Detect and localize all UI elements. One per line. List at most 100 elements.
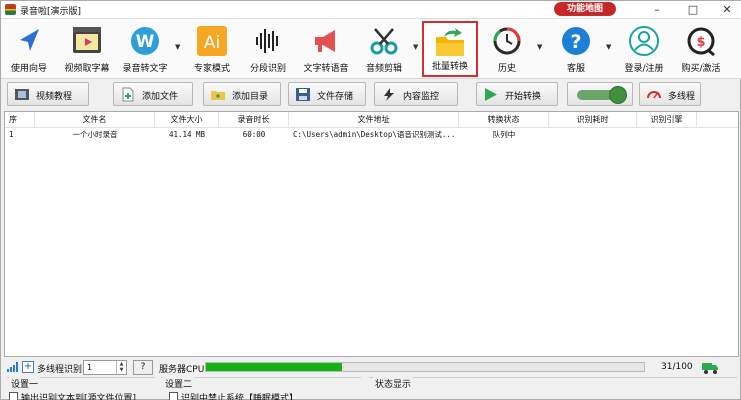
tool-history[interactable]: 历史 [483,21,531,77]
start-convert-button[interactable]: 开始转换 [476,82,558,106]
close-button[interactable]: ✕ [712,1,741,19]
tool-label: 客服 [566,64,585,74]
thread-help-button[interactable]: ? [133,360,153,375]
tool-wizard[interactable]: 使用向导 [5,21,53,77]
cell-index: 1 [9,130,14,139]
expand-plus-icon[interactable]: + [22,361,34,373]
settings-group-one: 设置一 输出识别文本到[源文件位置] [7,377,155,400]
column-header-elapsed[interactable]: 识别耗时 [549,112,637,128]
ribbon-toolbar: 使用向导 视频取字幕 W 录音转文字 ▼ Ai 专家模式 分段识别 文字转语音 … [1,19,741,79]
add-file-icon [122,87,134,102]
maximize-button[interactable]: □ [678,1,708,19]
status-display-group: 状态显示 [369,377,737,400]
cell-path: C:\Users\admin\Desktop\语音识别测试... [293,130,456,139]
start-convert-label: 开始转换 [505,92,542,102]
folder-arrow-icon [436,28,464,56]
purchase-icon: $ [687,27,715,57]
speed-icon [647,91,661,99]
save-icon [296,88,310,101]
content-monitor-button[interactable]: 内容监控 [374,82,458,106]
tool-text-to-speech[interactable]: 文字转语音 [299,21,353,77]
lightning-icon [384,88,394,101]
folder-icon [211,91,225,100]
multithread-button[interactable]: 多线程 [639,82,701,106]
cell-duration: 60:00 [242,130,266,139]
add-file-label: 添加文件 [142,92,179,102]
tool-label: 专家模式 [193,64,230,74]
minimize-button[interactable]: – [642,1,672,19]
megaphone-icon [315,30,335,52]
file-table[interactable]: 序 文件名 文件大小 录音时长 文件地址 转换状态 识别耗时 识别引擎 1 一个… [4,111,739,357]
tool-purchase[interactable]: $ 购买/激活 [675,21,727,77]
video-tutorial-button[interactable]: 视频教程 [7,82,89,106]
column-header-path[interactable]: 文件地址 [289,112,459,128]
thread-count-value: 1 [87,363,93,372]
title-bar: 录音啦[演示版] 功能地图 – □ ✕ [1,1,741,19]
tool-expert-mode[interactable]: Ai 专家模式 [187,21,237,77]
settings-group-one-label: 设置一 [9,377,41,390]
table-header: 序 文件名 文件大小 录音时长 文件地址 转换状态 识别耗时 识别引擎 [5,112,738,128]
status-display-label: 状态显示 [373,377,414,390]
tool-label: 登录/注册 [624,64,664,74]
history-dropdown-icon[interactable]: ▼ [537,43,542,51]
tool-label: 录音转文字 [122,64,168,74]
svg-text:?: ? [570,31,581,53]
content-monitor-label: 内容监控 [403,92,440,102]
toggle-knob [609,86,627,104]
cell-filename: 一个小时录音 [72,130,118,139]
add-file-button[interactable]: 添加文件 [113,82,193,106]
tool-label: 文字转语音 [303,64,349,74]
tool-label: 视频取字幕 [64,64,110,74]
window-title: 录音啦[演示版] [20,7,82,17]
tool-label: 音频剪辑 [365,64,402,74]
user-icon [629,26,659,56]
prevent-sleep-label: 识别中禁止系统【睡眠模式】 [181,394,299,400]
output-to-source-checkbox[interactable] [9,392,18,400]
column-header-engine[interactable]: 识别引擎 [637,112,697,128]
help-icon: ? [562,27,590,55]
app-logo-icon [5,4,16,15]
table-row[interactable]: 1 一个小时录音 41.14 MB 60:00 C:\Users\admin\D… [5,129,738,141]
waveform-icon [256,29,278,53]
multithread-label: 多线程 [668,92,696,102]
tool-audio-edit[interactable]: 音频剪辑 [359,21,409,77]
tool-label: 历史 [497,64,516,74]
cell-filesize: 41.14 MB [168,130,206,139]
tool-segment-recognition[interactable]: 分段识别 [243,21,293,77]
video-play-icon [73,27,101,53]
speech-to-text-dropdown-icon[interactable]: ▼ [175,43,180,51]
navigation-arrow-icon [20,29,39,51]
column-header-status[interactable]: 转换状态 [459,112,549,128]
column-header-filesize[interactable]: 文件大小 [155,112,219,128]
tool-speech-to-text[interactable]: W 录音转文字 [119,21,171,77]
column-header-duration[interactable]: 录音时长 [219,112,289,128]
mode-toggle-switch[interactable] [567,82,633,106]
tool-label: 购买/激活 [681,64,721,74]
scissors-icon [370,28,398,55]
feature-map-button[interactable]: 功能地图 [554,2,616,16]
support-dropdown-icon[interactable]: ▼ [606,43,611,51]
tool-login[interactable]: 登录/注册 [619,21,669,77]
video-tutorial-label: 视频教程 [36,92,73,102]
tool-batch-convert[interactable]: 批量转换 [422,21,478,77]
column-header-index[interactable]: 序 [5,112,35,128]
history-clock-icon [493,27,521,55]
w-speech-icon: W [131,27,159,55]
thread-count-stepper[interactable]: 1 ▲ ▼ [83,360,127,375]
signal-bars-icon [7,362,18,372]
cpu-value-text: 31/100 [661,362,693,372]
tool-support[interactable]: ? 客服 [553,21,599,77]
add-directory-button[interactable]: 添加目录 [203,82,281,106]
column-header-filename[interactable]: 文件名 [35,112,155,128]
prevent-sleep-checkbox[interactable] [169,392,178,400]
action-toolbar: 视频教程 添加文件 添加目录 文件存储 内容监控 开始转换 多线程 [1,79,741,109]
tool-video-subtitle[interactable]: 视频取字幕 [59,21,115,77]
film-icon [15,89,29,100]
file-save-button[interactable]: 文件存储 [288,82,366,106]
truck-icon[interactable] [701,359,719,375]
audio-edit-dropdown-icon[interactable]: ▼ [413,43,418,51]
cell-elapsed [549,129,637,141]
stepper-arrows-icon[interactable]: ▲ ▼ [116,361,126,374]
cell-engine [637,129,697,141]
output-to-source-label: 输出识别文本到[源文件位置] [21,394,137,400]
